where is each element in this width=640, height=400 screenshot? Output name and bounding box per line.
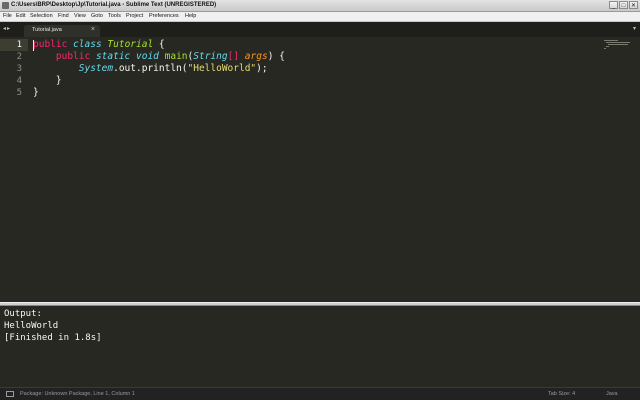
window-title: C:\Users\BRP\Desktop\Jp\Tutorial.java - …	[11, 2, 217, 8]
status-position: Package: Unknown Package, Line 1, Column…	[20, 391, 135, 397]
tab-tutorial-java[interactable]: Tutorial.java ×	[24, 25, 100, 37]
window-controls: _ □ ✕	[609, 1, 638, 9]
line-number: 3	[16, 64, 22, 74]
output-panel: Output: HelloWorld [Finished in 1.8s]	[0, 306, 640, 387]
menu-preferences[interactable]: Preferences	[149, 12, 179, 21]
status-syntax[interactable]: Java	[606, 390, 618, 398]
line-number-gutter: 1 2 3 4 5	[0, 37, 28, 302]
menu-goto[interactable]: Goto	[91, 12, 103, 21]
tab-menu-chevron-icon[interactable]: ▾	[633, 25, 636, 32]
close-button[interactable]: ✕	[629, 1, 638, 9]
line-number: 4	[16, 76, 22, 86]
line-number: 2	[16, 52, 22, 62]
output-header: Output:	[4, 309, 42, 319]
line-number: 5	[16, 88, 22, 98]
minimap[interactable]	[604, 39, 636, 49]
tab-nav-arrows-icon[interactable]: ◂▸	[3, 25, 11, 32]
code-line: System.out.println("HelloWorld");	[78, 63, 268, 74]
code-editor[interactable]: 1 2 3 4 5 public class Tutorial { public…	[0, 37, 640, 302]
menu-find[interactable]: Find	[58, 12, 69, 21]
menu-project[interactable]: Project	[126, 12, 143, 21]
tab-close-icon[interactable]: ×	[91, 26, 95, 33]
tab-bar: ◂▸ Tutorial.java × ▾	[0, 22, 640, 37]
code-line: }	[55, 75, 62, 86]
menu-selection[interactable]: Selection	[30, 12, 53, 21]
tab-label: Tutorial.java	[32, 27, 62, 33]
menu-file[interactable]: File	[3, 12, 12, 21]
code-line: public class Tutorial {	[33, 39, 165, 50]
title-bar: C:\Users\BRP\Desktop\Jp\Tutorial.java - …	[0, 0, 640, 12]
status-tab-size[interactable]: Tab Size: 4	[548, 390, 575, 398]
menu-tools[interactable]: Tools	[108, 12, 121, 21]
output-line: [Finished in 1.8s]	[4, 333, 102, 343]
menu-help[interactable]: Help	[185, 12, 196, 21]
output-line: HelloWorld	[4, 321, 59, 331]
menu-view[interactable]: View	[74, 12, 86, 21]
code-line: }	[33, 87, 39, 98]
maximize-button[interactable]: □	[619, 1, 628, 9]
panel-toggle-icon[interactable]	[6, 391, 14, 397]
code-line: public static void main(String[] args) {	[55, 51, 285, 62]
menu-bar: File Edit Selection Find View Goto Tools…	[0, 12, 640, 22]
minimize-button[interactable]: _	[609, 1, 618, 9]
sublime-app-icon	[2, 2, 9, 9]
status-bar: Package: Unknown Package, Line 1, Column…	[0, 387, 640, 400]
line-number: 1	[16, 40, 22, 50]
menu-edit[interactable]: Edit	[16, 12, 25, 21]
